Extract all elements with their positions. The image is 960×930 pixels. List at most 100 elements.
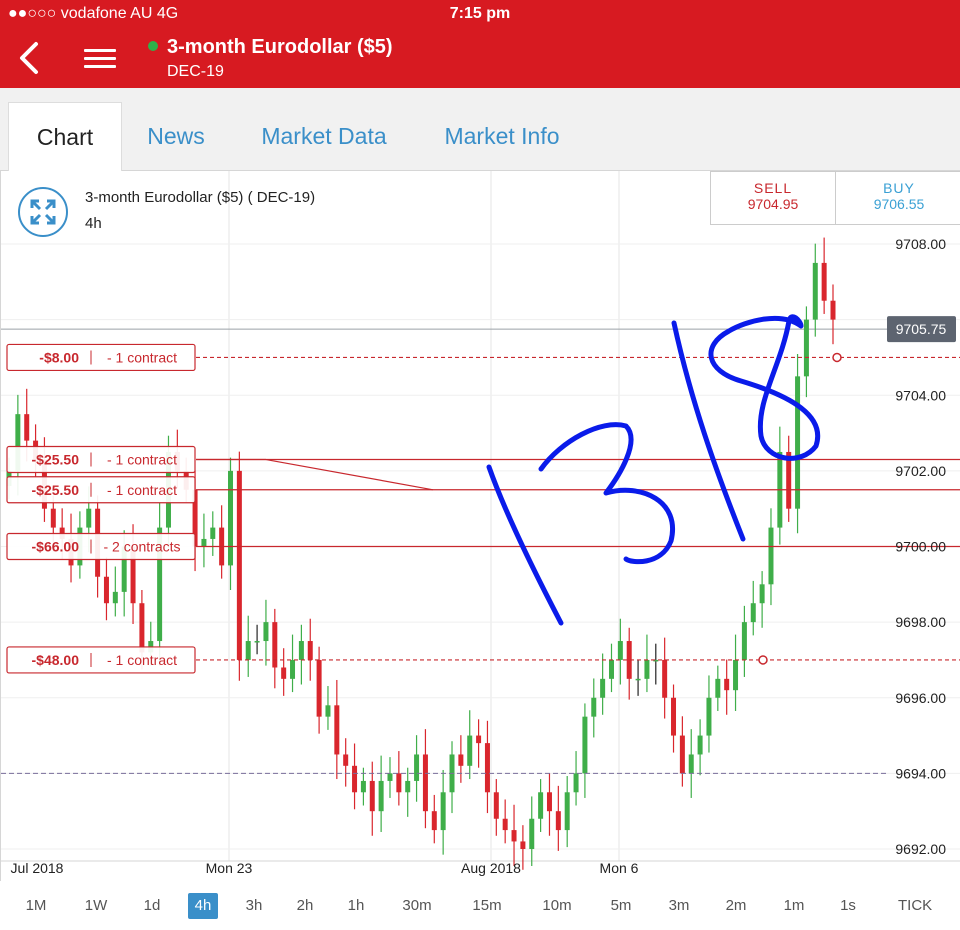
candle-body: [387, 773, 393, 781]
timeframe-tick[interactable]: TICK: [898, 893, 932, 919]
candle-body: [307, 641, 313, 660]
timeframe-2h[interactable]: 2h: [290, 893, 320, 919]
timeframe-1d[interactable]: 1d: [137, 893, 167, 919]
timeframe-10m[interactable]: 10m: [542, 893, 572, 919]
timeframe-1w[interactable]: 1W: [81, 893, 111, 919]
candle-body: [228, 470, 234, 566]
position-pnl: -$25.50: [32, 482, 80, 498]
candle-body: [263, 622, 269, 642]
timeframe-1m[interactable]: 1m: [779, 893, 809, 919]
position-pnl: -$48.00: [32, 652, 80, 668]
back-icon[interactable]: [14, 40, 44, 76]
candle-body: [671, 697, 677, 736]
sell-button[interactable]: SELL 9704.95: [710, 171, 836, 225]
candle-body: [706, 697, 712, 736]
buy-label: BUY: [883, 180, 915, 196]
candle-body: [759, 584, 765, 604]
candle-body: [396, 773, 402, 793]
buy-button[interactable]: BUY 9706.55: [835, 171, 960, 225]
menu-icon[interactable]: [84, 44, 116, 74]
timeframe-5m[interactable]: 5m: [606, 893, 636, 919]
timeframe-3h[interactable]: 3h: [239, 893, 269, 919]
y-tick-label: 9694.00: [895, 765, 946, 781]
buy-price: 9706.55: [873, 196, 925, 212]
candle-body: [715, 678, 721, 698]
candle-body: [564, 792, 570, 831]
candle-body: [139, 603, 145, 653]
tab-chart[interactable]: Chart: [8, 102, 122, 171]
timeframe-1h[interactable]: 1h: [341, 893, 371, 919]
position-tag[interactable]: -$8.00 - 1 contract: [6, 343, 196, 372]
interval-label: 4h: [85, 215, 102, 232]
candle-body: [697, 735, 703, 755]
candle-body: [360, 780, 366, 793]
tab-market-info[interactable]: Market Info: [432, 102, 572, 170]
status-bar: ●●○○○ vodafone AU 4G 7:15 pm: [0, 0, 960, 30]
timeframe-30m[interactable]: 30m: [402, 893, 432, 919]
candle-body: [112, 591, 118, 604]
sell-price: 9704.95: [747, 196, 799, 212]
position-tag[interactable]: -$25.50 - 1 contract: [6, 445, 196, 474]
candle-body: [405, 780, 411, 793]
contract-subtitle: DEC-19: [167, 63, 224, 80]
timeframe-15m[interactable]: 15m: [472, 893, 502, 919]
timeframe-3m[interactable]: 3m: [664, 893, 694, 919]
candle-body: [617, 641, 623, 660]
timeframe-1s[interactable]: 1s: [833, 893, 863, 919]
page-title: 3-month Eurodollar ($5): [167, 36, 393, 58]
clock: 7:15 pm: [449, 5, 511, 22]
tab-market-data[interactable]: Market Data: [250, 102, 398, 170]
candle-body: [414, 754, 420, 781]
candle-body: [378, 780, 384, 812]
candle-body: [600, 678, 606, 698]
candle-body: [662, 659, 668, 698]
candle-body: [741, 622, 747, 660]
chart-area[interactable]: 9708.00 9704.00 9702.00 9700.00 9698.00 9696.…: [0, 171, 960, 881]
candle-body: [493, 792, 499, 819]
candle-body: [803, 319, 809, 377]
x-tick-label: Jul 2018: [11, 860, 64, 876]
position-tag[interactable]: -$66.00 - 2 contracts: [6, 532, 196, 561]
candle-body: [688, 754, 694, 774]
candle-body: [582, 716, 588, 774]
candle-body: [245, 641, 251, 660]
y-tick-label: 9698.00: [895, 614, 946, 630]
x-tick-label: Mon 6: [600, 860, 639, 876]
position-tag[interactable]: -$25.50 - 1 contract: [6, 476, 196, 504]
market-status-dot: [148, 41, 158, 51]
candle-body: [511, 830, 517, 842]
candle-body: [458, 754, 464, 766]
candle-body: [86, 508, 92, 528]
candle-body: [812, 262, 818, 320]
position-tag[interactable]: -$48.00 - 1 contract: [6, 646, 196, 674]
candle-body: [210, 527, 216, 539]
position-pnl: -$8.00: [39, 349, 79, 365]
candle-body: [103, 576, 109, 604]
timeframe-1m[interactable]: 1M: [21, 893, 51, 919]
x-tick-label: Aug 2018: [461, 860, 521, 876]
timeframe-4h[interactable]: 4h: [188, 893, 218, 919]
position-pnl: -$66.00: [32, 539, 80, 555]
candle-body: [440, 792, 446, 831]
candle-body: [272, 622, 278, 668]
candle-body: [679, 735, 685, 774]
candlestick-chart[interactable]: 9708.009704.009702.009700.009698.009696.…: [1, 171, 960, 881]
sell-label: SELL: [753, 180, 793, 196]
candle-body: [484, 743, 490, 793]
timeframe-2m[interactable]: 2m: [721, 893, 751, 919]
tab-news[interactable]: News: [130, 102, 222, 170]
position-qty: - 1 contract: [107, 452, 177, 468]
candle-body: [254, 641, 260, 643]
candle-body: [50, 508, 56, 528]
candle-body: [352, 765, 358, 793]
timeframe-bar: 1M 1W 1d 4h 3h 2h 1h 30m 15m 10m 5m 3m 2m 1m 1s TICK: [0, 881, 960, 930]
candle-body: [422, 754, 428, 812]
position-pnl: -$25.50: [32, 452, 80, 468]
expand-icon[interactable]: [18, 187, 68, 237]
y-tick-label: 9696.00: [895, 690, 946, 706]
y-tick-label: 9704.00: [895, 387, 946, 403]
instrument-label: 3-month Eurodollar ($5) ( DEC-19): [85, 189, 316, 206]
candle-body: [24, 414, 30, 441]
position-connector: [265, 458, 434, 491]
candle-body: [821, 262, 827, 301]
